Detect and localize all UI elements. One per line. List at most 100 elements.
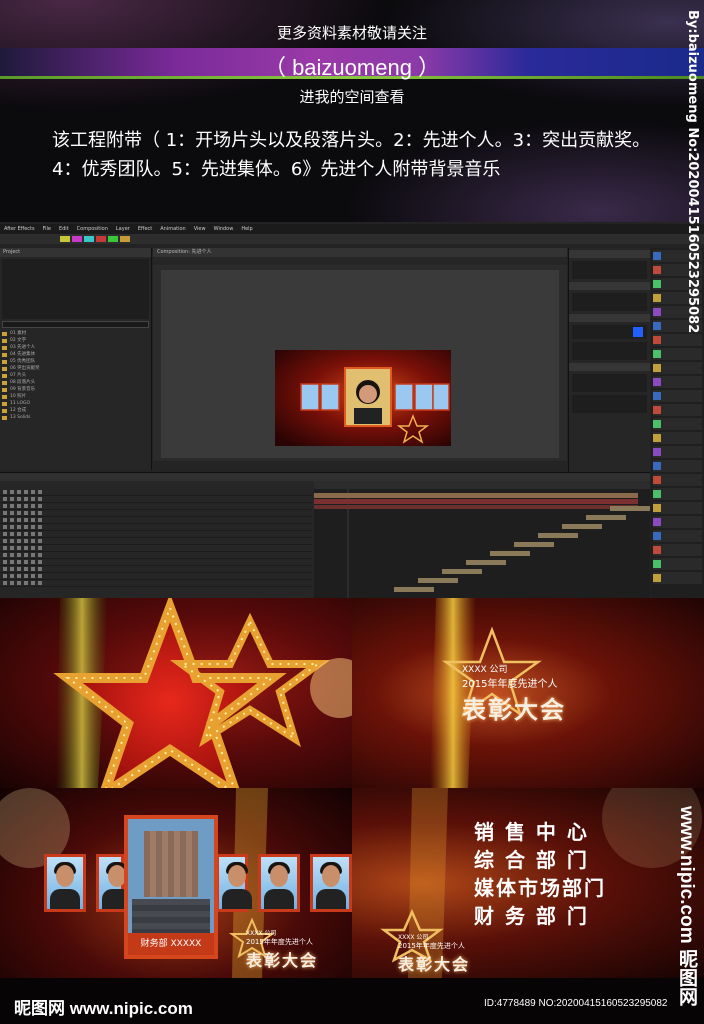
layer-switch-icon[interactable] xyxy=(10,511,14,515)
timeline-tabs[interactable] xyxy=(0,473,650,481)
layer-row[interactable] xyxy=(0,566,312,573)
preset-row[interactable] xyxy=(653,418,702,430)
layer-switch-icon[interactable] xyxy=(38,546,42,550)
layer-switch-icon[interactable] xyxy=(31,567,35,571)
project-tab[interactable]: Project xyxy=(0,248,151,257)
project-item[interactable]: 12 合成 xyxy=(2,407,149,414)
layer-switch-icon[interactable] xyxy=(3,574,7,578)
layer-switch-icon[interactable] xyxy=(31,546,35,550)
preset-row[interactable] xyxy=(653,474,702,486)
layer-switch-icon[interactable] xyxy=(3,532,7,536)
layer-switch-icon[interactable] xyxy=(3,553,7,557)
layer-switch-icon[interactable] xyxy=(3,504,7,508)
menu-item-edit[interactable]: Edit xyxy=(59,224,69,234)
composition-viewer[interactable] xyxy=(161,270,559,458)
layer-switch-icon[interactable] xyxy=(10,581,14,585)
layer-switch-icon[interactable] xyxy=(3,546,7,550)
layer-switch-icon[interactable] xyxy=(10,525,14,529)
color-picker[interactable] xyxy=(572,325,647,339)
layer-row[interactable] xyxy=(0,517,312,524)
layer-switch-icon[interactable] xyxy=(24,581,28,585)
layer-switch-icon[interactable] xyxy=(31,525,35,529)
project-item[interactable]: 02 文字 xyxy=(2,337,149,344)
layer-switch-icon[interactable] xyxy=(17,574,21,578)
layer-switch-icon[interactable] xyxy=(3,539,7,543)
layer-switch-icon[interactable] xyxy=(38,511,42,515)
layer-row[interactable] xyxy=(0,552,312,559)
layer-switch-icon[interactable] xyxy=(10,532,14,536)
project-item[interactable]: 04 先进集体 xyxy=(2,351,149,358)
preset-row[interactable] xyxy=(653,572,702,584)
layer-switch-icon[interactable] xyxy=(24,546,28,550)
layer-switch-icon[interactable] xyxy=(24,518,28,522)
composition-controls-bar[interactable] xyxy=(153,461,567,470)
preset-row[interactable] xyxy=(653,488,702,500)
layer-switch-icon[interactable] xyxy=(3,525,7,529)
layer-switch-icon[interactable] xyxy=(31,553,35,557)
layer-switch-icon[interactable] xyxy=(24,532,28,536)
layer-switch-icon[interactable] xyxy=(17,560,21,564)
layer-switch-icon[interactable] xyxy=(31,497,35,501)
project-search-input[interactable] xyxy=(2,321,149,328)
layer-switch-icon[interactable] xyxy=(17,567,21,571)
layer-row[interactable] xyxy=(0,496,312,503)
layer-switch-icon[interactable] xyxy=(31,539,35,543)
layer-switch-icon[interactable] xyxy=(38,532,42,536)
layer-switch-icon[interactable] xyxy=(17,525,21,529)
layer-switch-icon[interactable] xyxy=(17,504,21,508)
layer-switch-icon[interactable] xyxy=(10,560,14,564)
layer-switch-icon[interactable] xyxy=(31,574,35,578)
layer-switch-icon[interactable] xyxy=(38,567,42,571)
layer-switch-icon[interactable] xyxy=(17,518,21,522)
layer-switch-icon[interactable] xyxy=(3,518,7,522)
layer-row[interactable] xyxy=(0,538,312,545)
layer-switch-icon[interactable] xyxy=(17,511,21,515)
layer-switch-icon[interactable] xyxy=(17,581,21,585)
composition-tab[interactable]: Composition: 先进个人 xyxy=(153,248,567,257)
layer-switch-icon[interactable] xyxy=(3,497,7,501)
layer-switch-icon[interactable] xyxy=(31,560,35,564)
layer-switch-icon[interactable] xyxy=(10,574,14,578)
layer-switch-icon[interactable] xyxy=(24,567,28,571)
layer-row[interactable] xyxy=(0,524,312,531)
menu-item-animation[interactable]: Animation xyxy=(160,224,186,234)
layer-switch-icon[interactable] xyxy=(31,532,35,536)
preset-row[interactable] xyxy=(653,502,702,514)
layer-switch-icon[interactable] xyxy=(24,525,28,529)
layer-switch-icon[interactable] xyxy=(3,560,7,564)
layer-switch-icon[interactable] xyxy=(31,518,35,522)
menu-item-app[interactable]: After Effects xyxy=(4,224,35,234)
layer-switch-icon[interactable] xyxy=(24,539,28,543)
layer-switch-icon[interactable] xyxy=(38,497,42,501)
layer-switch-icon[interactable] xyxy=(31,504,35,508)
layer-switch-icon[interactable] xyxy=(24,504,28,508)
layer-switch-icon[interactable] xyxy=(24,553,28,557)
layer-switch-icon[interactable] xyxy=(3,511,7,515)
layer-switch-icon[interactable] xyxy=(17,490,21,494)
preset-row[interactable] xyxy=(653,404,702,416)
menu-item-file[interactable]: File xyxy=(43,224,51,234)
layer-switch-icon[interactable] xyxy=(38,560,42,564)
preset-row[interactable] xyxy=(653,362,702,374)
project-item[interactable]: 01 素材 xyxy=(2,330,149,337)
layer-switch-icon[interactable] xyxy=(31,581,35,585)
project-item[interactable]: 08 段落片头 xyxy=(2,379,149,386)
layer-switch-icon[interactable] xyxy=(10,546,14,550)
layer-row[interactable] xyxy=(0,503,312,510)
layer-row[interactable] xyxy=(0,545,312,552)
layer-switch-icon[interactable] xyxy=(10,539,14,543)
layer-switch-icon[interactable] xyxy=(17,539,21,543)
layer-switch-icon[interactable] xyxy=(17,553,21,557)
project-item[interactable]: 09 背景音乐 xyxy=(2,386,149,393)
preset-row[interactable] xyxy=(653,390,702,402)
preset-row[interactable] xyxy=(653,432,702,444)
layer-switch-icon[interactable] xyxy=(38,581,42,585)
preset-row[interactable] xyxy=(653,558,702,570)
layer-switch-icon[interactable] xyxy=(38,490,42,494)
layer-switch-icon[interactable] xyxy=(24,560,28,564)
layer-switch-icon[interactable] xyxy=(17,497,21,501)
layer-switch-icon[interactable] xyxy=(10,504,14,508)
layer-row[interactable] xyxy=(0,559,312,566)
preset-row[interactable] xyxy=(653,516,702,528)
project-item[interactable]: 06 突出贡献奖 xyxy=(2,365,149,372)
